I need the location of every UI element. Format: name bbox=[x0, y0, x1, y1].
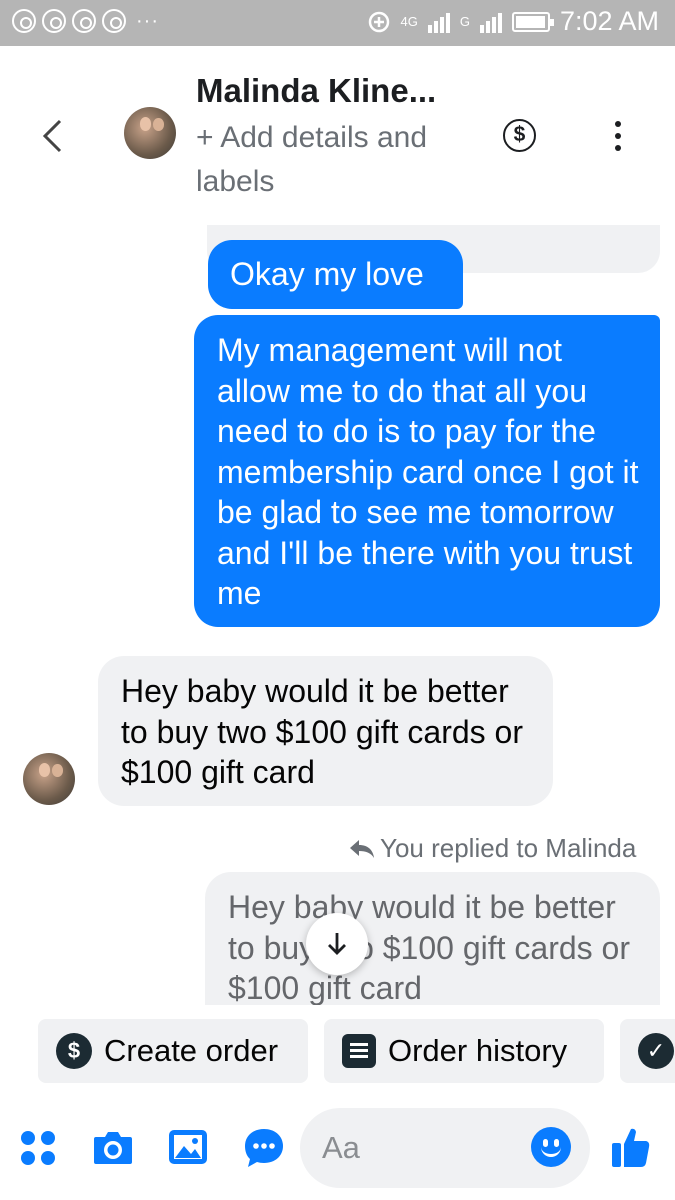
dollar-icon: $ bbox=[56, 1033, 92, 1069]
chevron-left-icon bbox=[42, 119, 62, 153]
more-notifications-icon: ··· bbox=[136, 9, 159, 32]
status-bar: ··· 4G G 7:02 AM bbox=[0, 0, 675, 46]
message-incoming[interactable]: Hey baby would it be better to buy two $… bbox=[98, 656, 553, 806]
network-type-label-2: G bbox=[459, 14, 470, 29]
quick-actions-bar: $ Create order Order history ✓ bbox=[0, 1005, 675, 1097]
payments-button[interactable]: $ bbox=[503, 119, 536, 152]
arrow-down-icon bbox=[328, 933, 346, 955]
order-history-button[interactable]: Order history bbox=[324, 1019, 604, 1083]
dollar-icon: $ bbox=[513, 123, 526, 146]
hotspot-icon bbox=[369, 11, 390, 32]
clock: 7:02 AM bbox=[559, 6, 659, 36]
create-order-label: Create order bbox=[104, 1033, 279, 1068]
message-outgoing[interactable]: My management will not allow me to do th… bbox=[194, 315, 660, 627]
thumbs-up-icon[interactable] bbox=[611, 1126, 651, 1168]
battery-icon bbox=[511, 11, 554, 32]
create-order-button[interactable]: $ Create order bbox=[38, 1019, 308, 1083]
message-input[interactable] bbox=[322, 1126, 522, 1170]
scroll-to-bottom-button[interactable] bbox=[306, 913, 368, 975]
camera-icon[interactable] bbox=[92, 1128, 134, 1166]
reply-icon bbox=[350, 839, 374, 858]
gallery-icon[interactable] bbox=[167, 1127, 209, 1167]
order-history-label: Order history bbox=[388, 1033, 568, 1068]
contact-name[interactable]: Malinda Kline... bbox=[196, 72, 436, 110]
network-type-label: 4G bbox=[400, 14, 418, 29]
quoted-message[interactable]: Hey baby would it be better to buy two $… bbox=[205, 872, 660, 1012]
reply-note-text: You replied to Malinda bbox=[380, 833, 637, 863]
signal-icon bbox=[427, 11, 450, 33]
signal-icon-2 bbox=[479, 11, 502, 33]
checkmark-icon: ✓ bbox=[638, 1033, 674, 1069]
notification-icons: ··· bbox=[12, 9, 159, 33]
message-outgoing[interactable]: Okay my love bbox=[208, 240, 463, 309]
whatsapp-icon bbox=[72, 9, 96, 33]
paid-status-button[interactable]: ✓ bbox=[620, 1019, 675, 1083]
emoji-icon[interactable] bbox=[531, 1127, 571, 1167]
add-details-link[interactable]: + Add details and labels bbox=[196, 116, 496, 204]
whatsapp-icon bbox=[42, 9, 66, 33]
sender-avatar bbox=[23, 753, 75, 805]
document-icon bbox=[342, 1034, 376, 1068]
whatsapp-icon bbox=[12, 9, 36, 33]
chat-bubble-icon[interactable] bbox=[243, 1126, 285, 1170]
more-options-button[interactable] bbox=[612, 121, 624, 151]
more-actions-icon[interactable] bbox=[20, 1130, 56, 1166]
contact-avatar[interactable] bbox=[124, 107, 176, 159]
back-button[interactable] bbox=[40, 118, 64, 154]
reply-indicator: You replied to Malinda bbox=[348, 833, 636, 864]
whatsapp-icon bbox=[102, 9, 126, 33]
